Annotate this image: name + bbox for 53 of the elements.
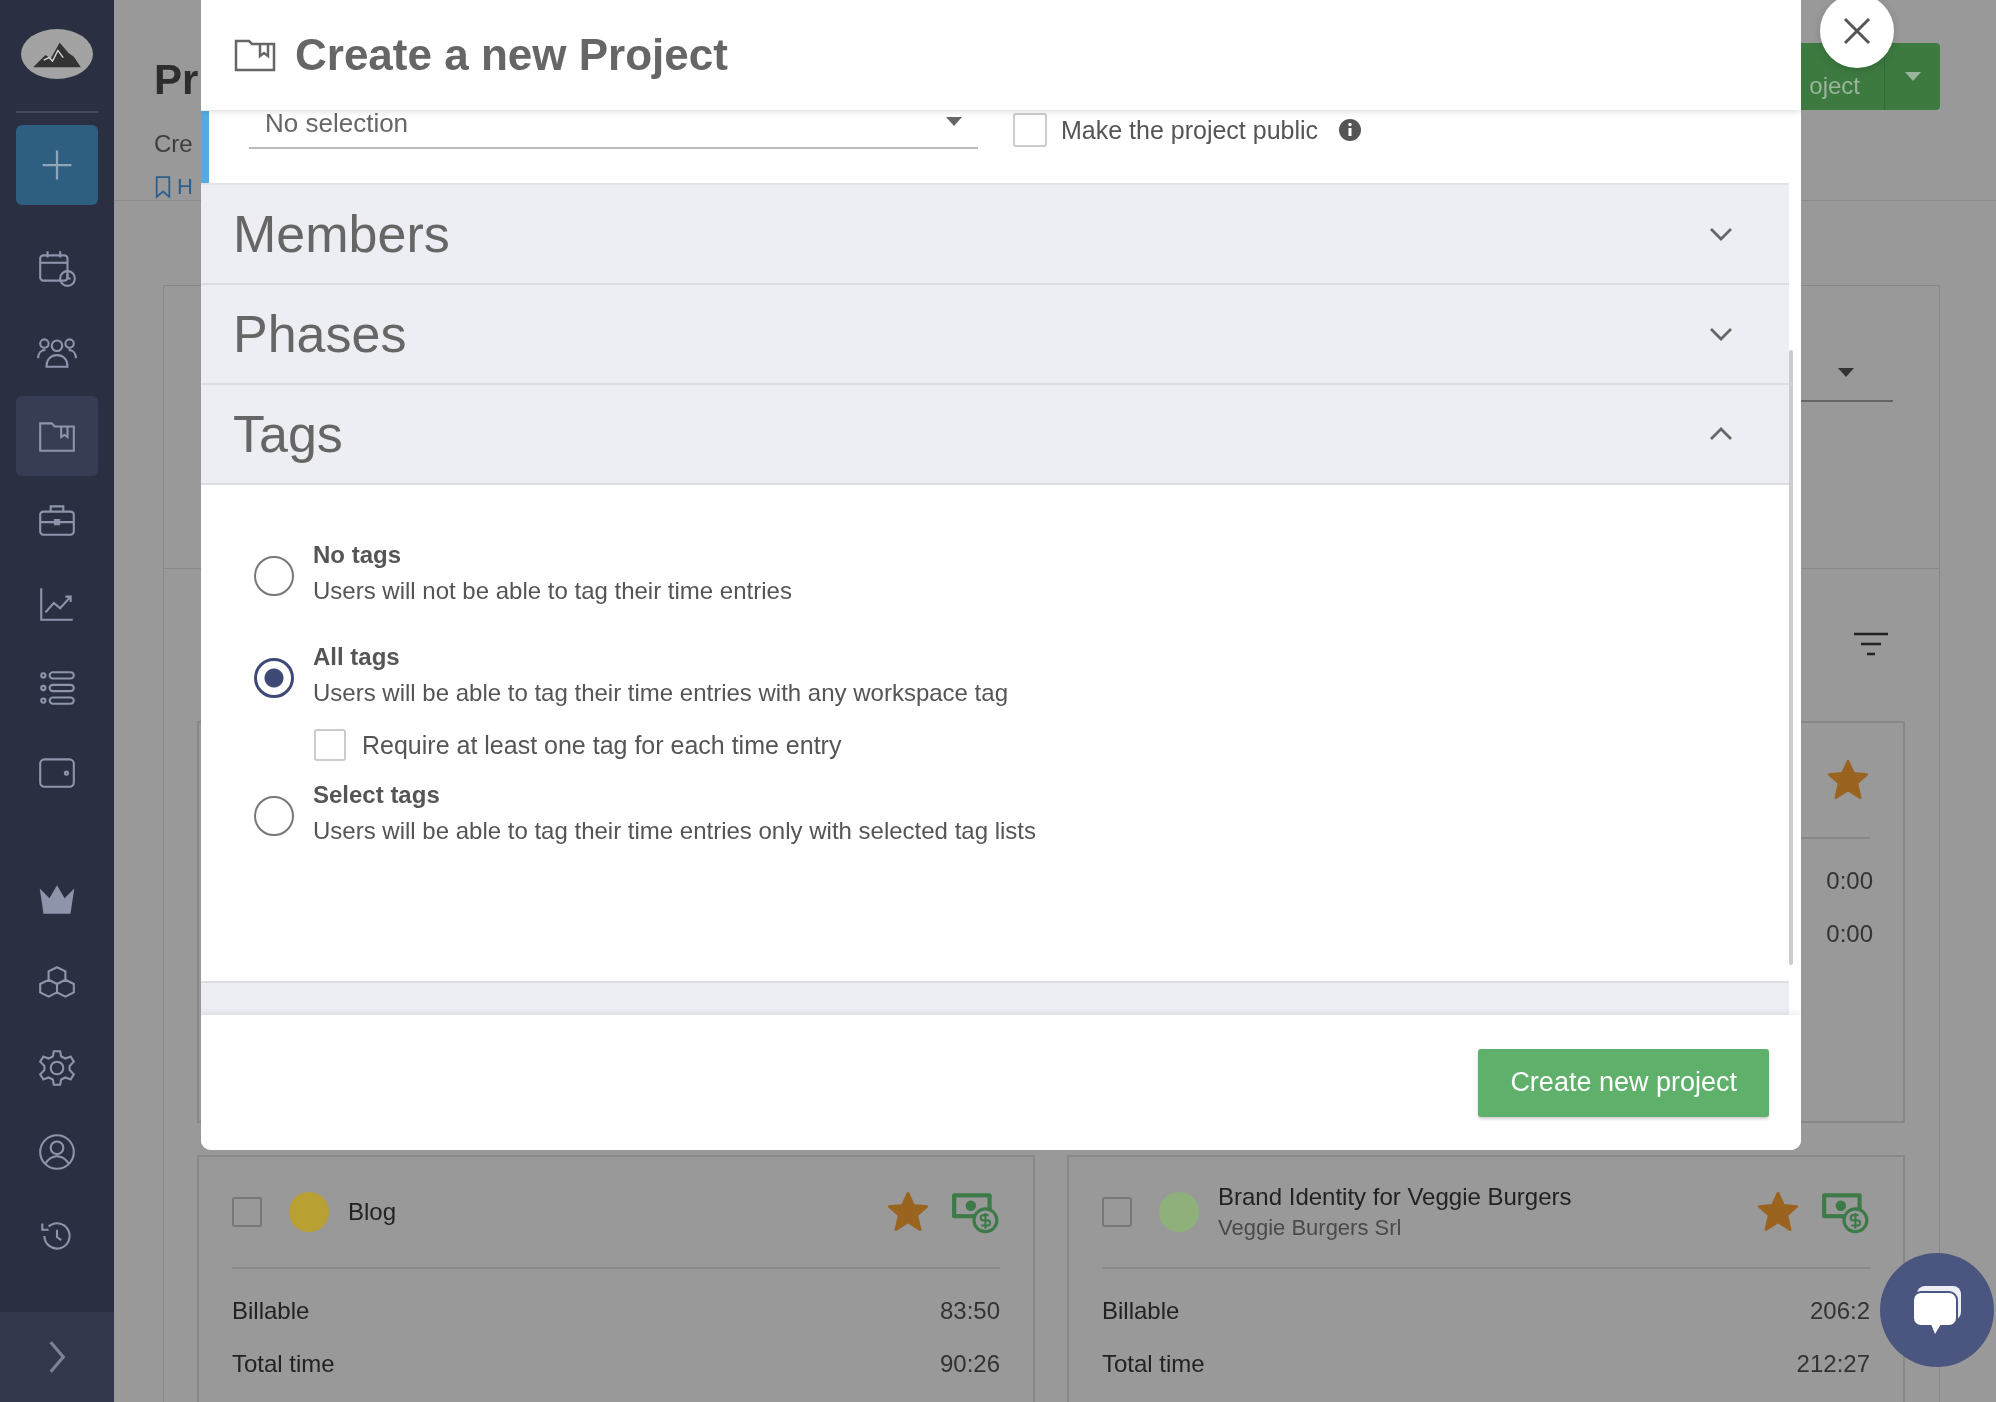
info-icon[interactable]: [1338, 118, 1363, 142]
chevron-icon: [1709, 427, 1733, 441]
billable-time: 83:50: [939, 1296, 1000, 1325]
total-time-label: Total time: [1102, 1349, 1205, 1378]
chevron-icon: [1709, 327, 1733, 341]
project-name[interactable]: Blog: [348, 1198, 886, 1226]
client-name: Veggie Burgers Srl: [1218, 1215, 1403, 1241]
radio-button[interactable]: [254, 556, 294, 596]
radio-button[interactable]: [254, 796, 294, 836]
create-project-button[interactable]: Create new project: [1478, 1048, 1769, 1117]
star-icon[interactable]: [1826, 758, 1870, 802]
billable-time: 0:00: [1826, 866, 1873, 895]
billable-time: 206:2: [1809, 1296, 1870, 1325]
radio-button[interactable]: [254, 658, 294, 698]
caret-icon: [1838, 368, 1854, 378]
bookmark-icon: [154, 175, 172, 199]
checkbox[interactable]: [314, 729, 346, 761]
option-title: All tags: [313, 643, 401, 671]
settings-icon: [36, 1047, 78, 1089]
chevron-icon: [1709, 227, 1733, 241]
scrollbar[interactable]: [1789, 350, 1793, 965]
profile-icon: [36, 1131, 78, 1173]
project-name[interactable]: Brand Identity for Veggie Burgers: [1218, 1183, 1756, 1211]
star-icon[interactable]: [886, 1190, 930, 1234]
option-title: No tags: [313, 541, 402, 569]
page-subtitle: Cre: [154, 130, 194, 158]
billable-label: Billable: [232, 1296, 310, 1325]
checkbox-label: Make the project public: [1061, 115, 1319, 145]
total-time-label: Total time: [232, 1349, 335, 1378]
dialog-title: Create a new Project: [295, 30, 728, 80]
sidebar-item[interactable]: [16, 396, 98, 476]
caret-icon: [1904, 71, 1921, 82]
option-description: Users will not be able to tag their time entries: [313, 577, 792, 605]
close-icon: [1842, 16, 1872, 46]
total-time: 0:00: [1826, 919, 1873, 948]
option-description: Users will be able to tag their time entries with any workspace tag: [313, 679, 1008, 707]
checkbox-label: Require at least one tag for each time entry: [362, 730, 842, 760]
checkbox[interactable]: [232, 1197, 262, 1227]
option-title: Select tags: [313, 781, 441, 809]
billable-label: Billable: [1102, 1296, 1180, 1325]
total-time: 90:26: [939, 1349, 1000, 1378]
caret-icon: [946, 117, 962, 127]
total-time: 212:27: [1796, 1349, 1870, 1378]
page-title: Pr: [154, 55, 199, 105]
option-description: Users will be able to tag their time entries only with selected tag lists: [313, 817, 1036, 845]
accent-bar: [201, 111, 209, 183]
section-header[interactable]: Members: [201, 185, 1789, 285]
section-header[interactable]: Phases: [201, 285, 1789, 385]
star-icon[interactable]: [1756, 1190, 1800, 1234]
folder-icon: [233, 37, 277, 73]
checkbox[interactable]: [1013, 113, 1047, 147]
section-header[interactable]: Tags: [201, 385, 1789, 485]
checkbox[interactable]: [1102, 1197, 1132, 1227]
